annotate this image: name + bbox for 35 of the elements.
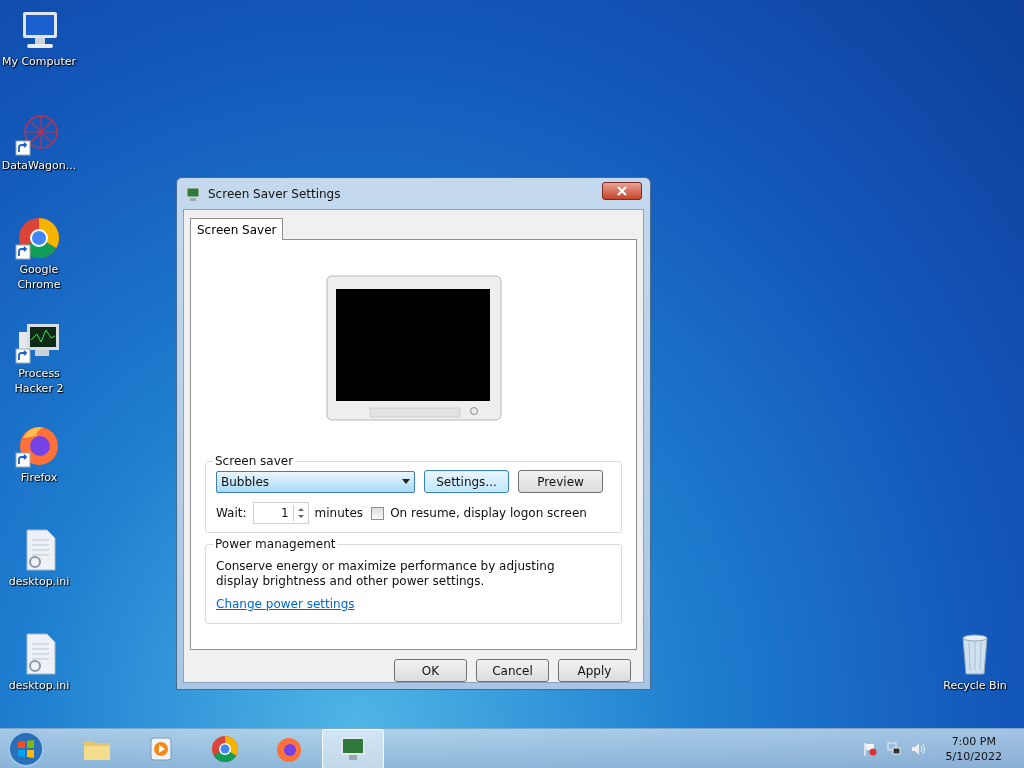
group-label: Screen saver — [214, 454, 295, 468]
wait-label: Wait: — [216, 506, 247, 520]
checkbox[interactable] — [371, 506, 385, 520]
desktop-icon-label[interactable]: My Computer — [1, 54, 77, 69]
change-power-settings-link[interactable]: Change power settings — [216, 597, 355, 611]
dialog-button[interactable]: OK — [394, 659, 467, 682]
screen-saver-dropdown[interactable]: Bubbles — [216, 470, 415, 493]
desktop-icon-label[interactable]: Process Hacker 2 — [1, 366, 77, 396]
checkbox-label[interactable]: On resume, display logon screen — [390, 506, 587, 520]
dialog-button[interactable]: Apply — [558, 659, 631, 682]
network-icon[interactable] — [885, 740, 902, 757]
desktop-icon-label[interactable]: desktop.ini — [8, 678, 70, 693]
dialog-button[interactable]: Cancel — [476, 659, 549, 682]
minutes-label: minutes — [314, 506, 364, 520]
window-title: Screen Saver Settings — [208, 186, 342, 201]
clock-time[interactable]: 7:00 PM — [951, 733, 996, 749]
settings-button[interactable]: Settings... — [424, 470, 509, 493]
close-icon — [617, 185, 627, 196]
group-label: Power management — [214, 537, 337, 551]
close-button[interactable] — [602, 181, 642, 200]
clock-date[interactable]: 5/10/2022 — [945, 748, 1002, 764]
monitor-icon — [185, 185, 201, 202]
desktop-icon-label[interactable]: Recycle Bin — [943, 678, 1007, 693]
desktop-icon-label[interactable]: Google Chrome — [1, 262, 77, 292]
desktop-icon-label[interactable]: Firefox — [20, 470, 58, 485]
preview-button[interactable]: Preview — [518, 470, 603, 493]
dropdown-caret-icon — [402, 479, 410, 484]
description-text: Conserve energy or maximize performance by adjusting display brightness and other power settings. — [216, 559, 556, 589]
taskbar-app-button[interactable] — [322, 728, 384, 768]
wait-spinner-field[interactable]: 1 — [252, 502, 309, 524]
tab[interactable]: Screen Saver — [190, 218, 284, 240]
desktop-icon-label[interactable]: DataWagon... — [1, 158, 77, 173]
desktop-icon-label[interactable]: desktop.ini — [8, 574, 70, 589]
flag-icon[interactable] — [861, 740, 878, 757]
start-button[interactable] — [6, 728, 46, 768]
